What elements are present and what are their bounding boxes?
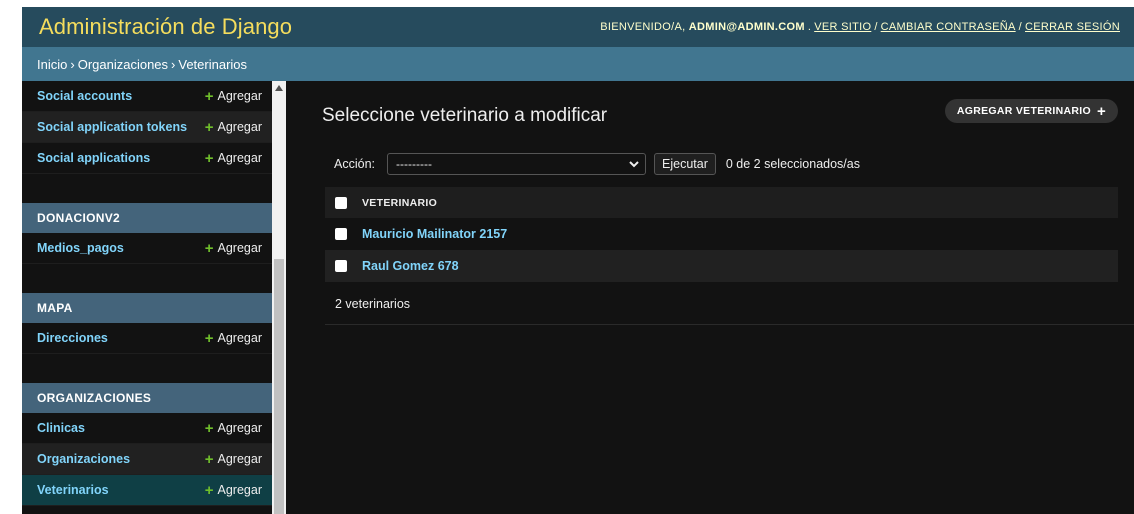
sidebar-scrollbar[interactable] [272,81,286,514]
row-checkbox[interactable] [335,260,347,272]
results-table: VETERINARIO Mauricio Mailinator 2157 Rau… [325,187,1118,282]
welcome-text: BIENVENIDO/A, [600,21,686,33]
row-checkbox[interactable] [335,228,347,240]
plus-icon: + [204,419,214,437]
plus-icon: + [204,118,214,136]
breadcrumb: Inicio › Organizaciones › Veterinarios [22,47,1134,81]
plus-icon: + [204,239,214,257]
sidebar-item-medios-pagos: Medios_pagos + Agregar [22,233,272,264]
add-link-label: Agregar [217,89,262,103]
table-row: Mauricio Mailinator 2157 [325,218,1118,250]
table-row: Raul Gomez 678 [325,250,1118,282]
add-link[interactable]: + Agregar [205,483,262,498]
module-caption-mapa[interactable]: MAPA [22,293,272,323]
module-caption-donacionv2[interactable]: DONACIONV2 [22,203,272,233]
add-link-label: Agregar [217,483,262,497]
add-veterinario-button[interactable]: AGREGAR VETERINARIO + [944,99,1118,123]
sidebar-item-veterinarios: Veterinarios + Agregar [22,475,272,506]
page-title: Seleccione veterinario a modificar [322,105,608,126]
plus-icon: + [204,481,214,499]
add-link-label: Agregar [217,120,262,134]
run-action-button[interactable]: Ejecutar [654,153,716,175]
main-content: Seleccione veterinario a modificar AGREG… [286,81,1134,514]
chevron-down-icon [629,160,639,167]
add-link[interactable]: + Agregar [205,120,262,135]
breadcrumb-separator: › [171,56,176,72]
browser-viewport: Administración de Django BIENVENIDO/A, A… [0,0,1134,514]
add-link-label: Agregar [217,151,262,165]
table-header-row: VETERINARIO [325,187,1118,218]
triangle-up-icon [275,85,283,91]
header: Administración de Django BIENVENIDO/A, A… [22,7,1134,47]
add-link-label: Agregar [217,421,262,435]
sidebar-item-label[interactable]: Social accounts [37,89,132,103]
plus-icon: + [204,450,214,468]
selection-count: 0 de 2 seleccionados/as [725,157,860,171]
sidebar-item-label[interactable]: Veterinarios [37,483,109,497]
user-name: ADMIN@ADMIN.COM [688,21,805,33]
logout-link[interactable]: CERRAR SESIÓN [1025,21,1120,33]
breadcrumb-app[interactable]: Organizaciones [78,57,168,72]
paginator: 2 veterinarios [325,284,1134,325]
view-site-link[interactable]: VER SITIO [814,21,871,33]
sidebar-item-organizaciones: Organizaciones + Agregar [22,444,272,475]
sidebar-item-label[interactable]: Social applications [37,151,150,165]
action-label: Acción: [334,157,375,171]
sidebar-item-clinicas: Clinicas + Agregar [22,413,272,444]
module-caption-organizaciones[interactable]: ORGANIZACIONES [22,383,272,413]
add-link-label: Agregar [217,452,262,466]
module-gap [22,174,272,203]
add-link[interactable]: + Agregar [205,452,262,467]
sidebar-item-social-application-tokens: Social application tokens + Agregar [22,112,272,143]
sidebar-item-social-accounts: Social accounts + Agregar [22,81,272,112]
scrollbar-thumb[interactable] [274,259,284,514]
plus-icon: + [1096,102,1106,120]
action-select[interactable]: --------- [387,153,646,175]
sidebar-item-label[interactable]: Medios_pagos [37,241,124,255]
add-button-label: AGREGAR VETERINARIO [956,105,1091,117]
sidebar-item-label[interactable]: Clinicas [37,421,85,435]
add-link-label: Agregar [217,331,262,345]
breadcrumb-home[interactable]: Inicio [37,57,67,72]
breadcrumb-current: Veterinarios [178,56,248,72]
site-branding[interactable]: Administración de Django [39,14,292,40]
plus-icon: + [204,329,214,347]
plus-icon: + [204,87,214,105]
sidebar-item-label[interactable]: Social application tokens [37,120,187,134]
add-link-label: Agregar [217,241,262,255]
action-select-value: --------- [396,157,432,171]
sidebar-item-label[interactable]: Organizaciones [37,452,130,466]
column-header-veterinario[interactable]: VETERINARIO [362,197,437,209]
row-link[interactable]: Mauricio Mailinator 2157 [362,227,507,241]
add-link[interactable]: + Agregar [205,421,262,436]
add-link[interactable]: + Agregar [205,151,262,166]
row-link[interactable]: Raul Gomez 678 [362,259,459,273]
module-gap [22,354,272,383]
sidebar-nav: Social accounts + Agregar Social applicat… [22,81,272,514]
add-link[interactable]: + Agregar [205,89,262,104]
select-all-checkbox[interactable] [335,196,347,209]
plus-icon: + [204,149,214,167]
change-password-link[interactable]: CAMBIAR CONTRASEÑA [881,21,1016,33]
sidebar-item-direcciones: Direcciones + Agregar [22,323,272,354]
add-link[interactable]: + Agregar [205,241,262,256]
breadcrumb-separator: › [70,56,75,72]
action-bar: Acción: --------- Ejecutar 0 de 2 selecc… [334,153,860,175]
user-tools: BIENVENIDO/A, ADMIN@ADMIN.COM . VER SITI… [600,21,1120,33]
module-gap [22,264,272,293]
sidebar-item-label[interactable]: Direcciones [37,331,108,345]
sidebar-item-social-applications: Social applications + Agregar [22,143,272,174]
add-link[interactable]: + Agregar [205,331,262,346]
scroll-up-button[interactable] [272,81,286,95]
